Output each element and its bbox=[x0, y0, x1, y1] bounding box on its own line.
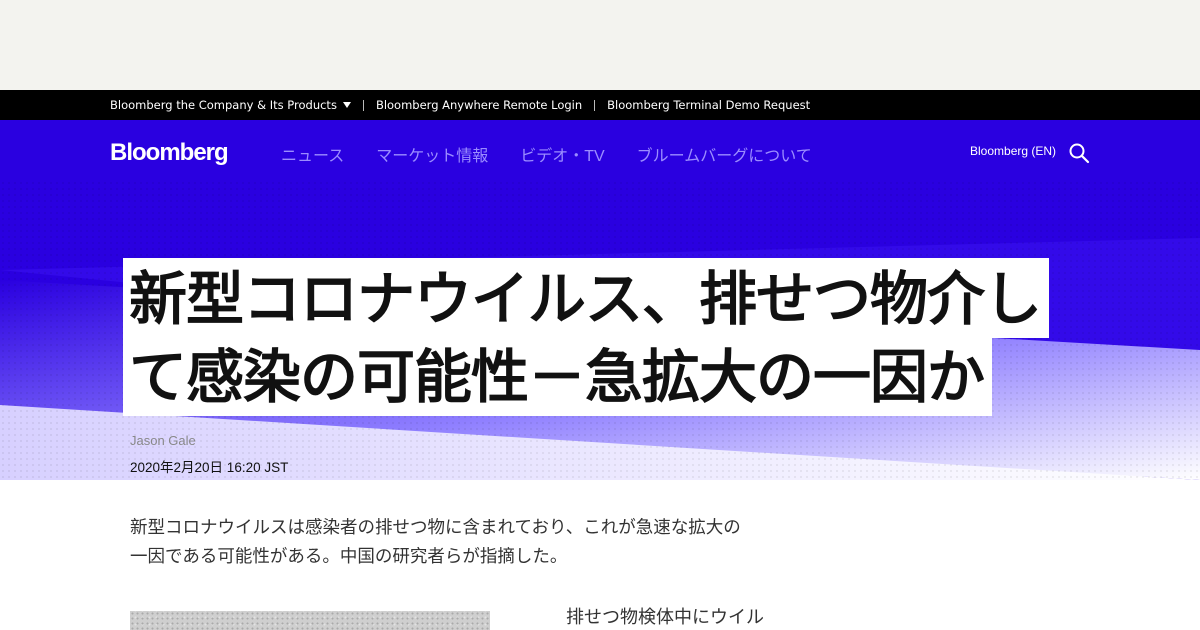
bloomberg-logo[interactable]: Bloomberg bbox=[110, 139, 229, 167]
abstract-line: 一因である可能性がある。中国の研究者らが指摘した。 bbox=[130, 547, 568, 567]
top-bar: Bloomberg the Company & Its Products Blo… bbox=[0, 90, 1200, 120]
publish-date: 2020年2月20日 16:20 JST bbox=[130, 460, 289, 475]
terminal-demo-link[interactable]: Bloomberg Terminal Demo Request bbox=[607, 98, 810, 112]
caret-down-icon bbox=[342, 102, 351, 108]
nav-item-video-tv[interactable]: ビデオ・TV bbox=[520, 142, 604, 166]
company-products-link[interactable]: Bloomberg the Company & Its Products bbox=[110, 98, 351, 112]
article-headline: 新型コロナウイルス、排せつ物介し て感染の可能性－急拡大の一因か bbox=[123, 258, 1123, 416]
anywhere-login-link[interactable]: Bloomberg Anywhere Remote Login bbox=[376, 98, 582, 112]
nav-item-news[interactable]: ニュース bbox=[281, 142, 344, 166]
main-nav: Bloomberg ニュース マーケット情報 ビデオ・TV ブルームバーグについ… bbox=[0, 120, 1200, 184]
abstract-line: 新型コロナウイルスは感染者の排せつ物に含まれており、これが急速な拡大の bbox=[130, 518, 741, 538]
article-abstract: 新型コロナウイルスは感染者の排せつ物に含まれており、これが急速な拡大の 一因であ… bbox=[130, 514, 780, 572]
nav-item-about[interactable]: ブルームバーグについて bbox=[637, 142, 812, 166]
author-link[interactable]: Jason Gale bbox=[130, 433, 196, 448]
nav-links: ニュース マーケット情報 ビデオ・TV ブルームバーグについて bbox=[281, 142, 812, 166]
search-icon[interactable] bbox=[1068, 142, 1090, 164]
edition-switch-link[interactable]: Bloomberg (EN) bbox=[970, 144, 1056, 158]
headline-line: 新型コロナウイルス、排せつ物介し bbox=[123, 258, 1050, 338]
nav-item-markets[interactable]: マーケット情報 bbox=[376, 142, 488, 166]
article-photo bbox=[130, 611, 490, 630]
headline-line: て感染の可能性－急拡大の一因か bbox=[123, 336, 993, 416]
divider bbox=[362, 99, 364, 111]
summary-bullet: 排せつ物検体中にウイル bbox=[566, 607, 764, 628]
divider bbox=[594, 99, 596, 111]
ad-slot bbox=[0, 0, 1200, 90]
